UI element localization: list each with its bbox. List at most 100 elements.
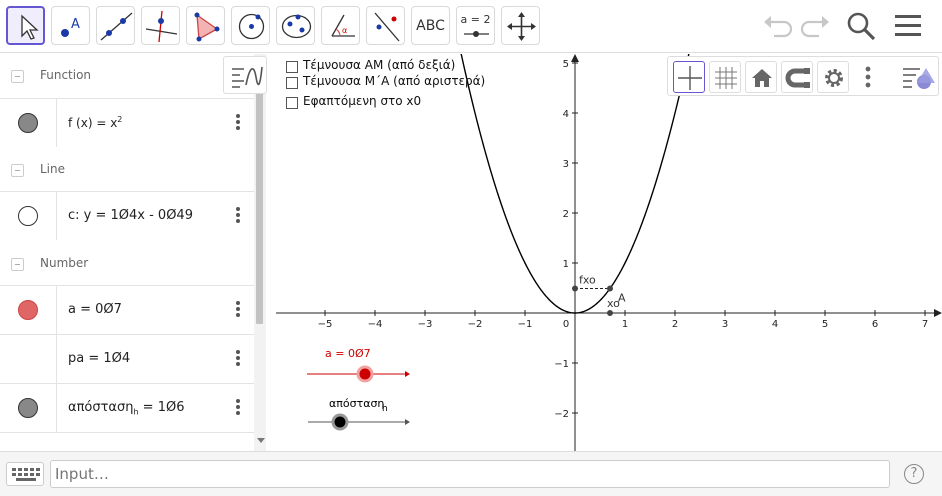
line-tool-icon[interactable] (96, 6, 135, 45)
ellipse-tool-icon[interactable] (276, 6, 315, 45)
settings-icon[interactable] (817, 61, 849, 93)
category-label: Line (40, 162, 66, 176)
svg-text:A: A (71, 17, 80, 32)
x-tick-label: −3 (418, 319, 433, 330)
reflect-tool-icon[interactable] (366, 6, 405, 45)
algebra-item-a[interactable]: a = 0Ø7 (0, 285, 254, 334)
algebra-style-toggle-icon[interactable] (223, 56, 267, 94)
collapse-icon[interactable] (11, 70, 24, 83)
collapse-icon[interactable] (11, 164, 24, 177)
checkbox-box[interactable] (286, 61, 298, 73)
x-tick-label: −4 (368, 319, 383, 330)
slider-h-label-subscript: h (382, 404, 388, 414)
category-label: Function (40, 68, 92, 82)
category-number[interactable]: Number (0, 242, 254, 288)
slider-a-handle[interactable] (356, 365, 374, 383)
algebra-item-f[interactable]: f (x) = x2 (0, 98, 254, 147)
scrollbar-thumb[interactable] (256, 66, 263, 324)
x-tick-label: 3 (722, 319, 728, 330)
y-tick-label: 4 (563, 109, 569, 120)
more-icon[interactable] (860, 65, 876, 89)
point-fxo (572, 285, 578, 292)
more-options-icon[interactable] (232, 398, 244, 418)
checkbox-label: Εφαπτόμενη στο x0 (303, 94, 422, 108)
polygon-tool-icon[interactable] (186, 6, 225, 45)
circle-tool-icon[interactable] (231, 6, 270, 45)
checkbox-label: Τέμνουσα Μ΄Α (από αριστερά) (303, 74, 486, 88)
y-tick-label: −1 (554, 359, 569, 370)
menu-icon[interactable] (890, 8, 926, 44)
visibility-marble[interactable] (18, 398, 38, 418)
input-bar: ? (0, 451, 942, 496)
y-tick-label: −2 (554, 409, 569, 420)
slider-h-handle[interactable] (331, 413, 349, 431)
undo-icon[interactable] (760, 8, 796, 44)
search-icon[interactable] (843, 8, 879, 44)
algebra-item-expression: a = 0Ø7 (68, 302, 122, 317)
graphics-canvas[interactable]: −5 −4 −3 −2 −1 0 1 2 3 4 5 6 754321−1−2fxoAxoa = 0Ø7… (276, 54, 942, 451)
algebra-item-apostasi[interactable]: απόστασηh = 1Ø6 (0, 383, 254, 432)
x-tick-label: 4 (772, 319, 778, 330)
slider-h-label: απόσταση (329, 397, 384, 410)
move-tool-icon[interactable] (6, 6, 45, 45)
graphics-view[interactable]: −5 −4 −3 −2 −1 0 1 2 3 4 5 6 7 5 4 3 2 1 −1 −2 fxo Axo a = 0Ø7… (276, 54, 942, 451)
point-xo (607, 310, 613, 316)
algebra-item-pa[interactable]: pa = 1Ø4 (0, 334, 254, 383)
toolbar: A α ABC a = 2 (0, 0, 942, 53)
algebra-item-expression: απόστασηh = 1Ø6 (68, 400, 185, 417)
visibility-marble[interactable] (18, 113, 38, 133)
graphics-style-bar (667, 56, 939, 96)
input-field[interactable] (50, 460, 890, 488)
slider-tool-icon[interactable]: a = 2 (456, 6, 495, 45)
x-tick-label: 1 (622, 319, 628, 330)
magnet-icon[interactable] (781, 61, 813, 93)
x-tick-label: 5 (822, 319, 828, 330)
slider-a-label: a = 0Ø7 (325, 347, 371, 360)
x-axis-arrow-icon (934, 309, 942, 317)
more-options-icon[interactable] (232, 349, 244, 369)
visibility-marble[interactable] (18, 300, 38, 320)
text-tool-label: ABC (416, 18, 445, 34)
y-tick-label: 1 (563, 259, 569, 270)
x-tick-label: 2 (672, 319, 678, 330)
visibility-marble[interactable] (18, 206, 38, 226)
category-label: Number (40, 256, 89, 270)
move-graphics-view-tool-icon[interactable] (501, 6, 540, 45)
perpendicular-line-tool-icon[interactable] (141, 6, 180, 45)
algebra-scrollbar[interactable] (254, 54, 266, 451)
angle-tool-icon[interactable]: α (321, 6, 360, 45)
algebra-item-expression: c: y = 1Ø4x - 0Ø49 (68, 208, 193, 223)
checkbox-box[interactable] (286, 97, 298, 109)
algebra-item-expression: pa = 1Ø4 (68, 351, 131, 366)
label-xo: xo (607, 297, 620, 310)
collapse-icon[interactable] (11, 258, 24, 271)
y-axis-arrow-icon (571, 54, 579, 62)
style-bar-toggle-icon[interactable] (900, 61, 936, 93)
more-options-icon[interactable] (232, 300, 244, 320)
category-line[interactable]: Line (0, 148, 254, 194)
grid-icon[interactable] (709, 61, 741, 93)
home-icon[interactable] (745, 61, 777, 93)
algebra-item-partial (0, 432, 254, 451)
help-icon[interactable]: ? (904, 464, 924, 484)
checkbox-label: Τέμνουσα ΑΜ (από δεξιά) (303, 58, 456, 72)
y-tick-label: 3 (563, 159, 569, 170)
svg-text:α: α (342, 26, 347, 35)
scroll-down-icon[interactable] (257, 438, 265, 443)
text-tool-icon[interactable]: ABC (411, 6, 450, 45)
label-fxo: fxo (579, 274, 596, 287)
point-a (607, 285, 613, 292)
x-tick-label: −5 (318, 319, 333, 330)
x-tick-label: −2 (468, 319, 483, 330)
keyboard-icon[interactable] (6, 462, 44, 486)
more-options-icon[interactable] (232, 206, 244, 226)
algebra-item-c[interactable]: c: y = 1Ø4x - 0Ø49 (0, 191, 254, 240)
axes-icon[interactable] (673, 61, 705, 93)
more-options-icon[interactable] (232, 113, 244, 133)
category-function[interactable]: Function (0, 54, 254, 100)
checkbox-box[interactable] (286, 77, 298, 89)
redo-icon[interactable] (797, 8, 833, 44)
point-tool-icon[interactable]: A (51, 6, 90, 45)
x-tick-label: −1 (518, 319, 533, 330)
x-tick-label: 6 (872, 319, 878, 330)
